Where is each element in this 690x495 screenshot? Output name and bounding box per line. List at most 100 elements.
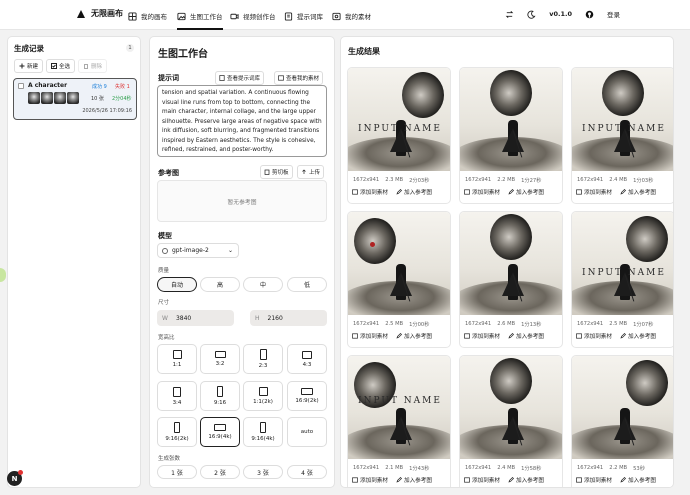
nav-my-canvas[interactable]: 我的画布 (128, 9, 167, 23)
add-to-assets-button[interactable]: 添加到素材 (576, 332, 612, 340)
quality-low[interactable]: 低 (287, 277, 327, 292)
result-meta-size: 2.3 MB (385, 177, 404, 183)
aspect-ratio-option[interactable]: 3:4 (157, 381, 197, 411)
nav-my-canvas-label: 我的画布 (141, 13, 167, 21)
record-checkbox[interactable] (18, 83, 24, 89)
delete-button[interactable]: 删除 (78, 59, 108, 73)
nav-image-workbench[interactable]: 生图工作台 (177, 9, 223, 30)
nav-prompt-library[interactable]: 提示词库 (284, 9, 323, 23)
select-all-button[interactable]: 全选 (46, 59, 76, 73)
add-to-reference-button[interactable]: 加入参考图 (396, 476, 432, 484)
pencil-icon (620, 333, 626, 339)
result-card[interactable]: 1672x941 2.6 MB 1分13秒 添加到素材 加入参考图 (459, 211, 563, 348)
view-prompt-library-button[interactable]: 查看提示词库 (215, 71, 265, 85)
aspect-ratio-option[interactable]: 16:9(2k) (287, 381, 327, 411)
add-to-reference-button[interactable]: 加入参考图 (620, 188, 656, 196)
clipboard-button[interactable]: 剪切板 (260, 165, 293, 179)
width-input[interactable]: W 3840 (157, 310, 234, 326)
result-image[interactable]: INPUT NAME (348, 68, 450, 171)
result-image[interactable] (572, 356, 673, 459)
add-to-assets-button[interactable]: 添加到素材 (464, 188, 500, 196)
image-icon (464, 189, 470, 195)
add-to-assets-button[interactable]: 添加到素材 (576, 188, 612, 196)
nav-video-workbench[interactable]: 视频创作台 (230, 9, 276, 23)
count-1[interactable]: 1 张 (157, 465, 197, 479)
aspect-ratio-option[interactable]: 1:1(2k) (243, 381, 283, 411)
aspect-ratio-option[interactable]: 9:16(2k) (157, 417, 197, 447)
side-handle[interactable] (0, 268, 6, 282)
add-to-assets-button[interactable]: 添加到素材 (464, 476, 500, 484)
result-image[interactable] (460, 68, 562, 171)
result-meta-res: 1672x941 (465, 177, 492, 183)
result-card[interactable]: 1672x941 2.2 MB 53秒 添加到素材 加入参考图 (571, 355, 673, 487)
result-image[interactable] (460, 212, 562, 315)
result-meta-res: 1672x941 (353, 321, 380, 327)
upload-button[interactable]: 上传 (297, 165, 325, 179)
count-4[interactable]: 4 张 (287, 465, 327, 479)
result-image[interactable]: INPUT NAME (348, 356, 450, 459)
brand[interactable]: 无限画布 (76, 8, 123, 19)
record-thumbnail (54, 92, 66, 104)
result-card[interactable]: INPUT NAME 1672x941 2.1 MB 1分43秒 添加到素材 加入参考图 (347, 355, 451, 487)
result-card[interactable]: INPUT NAME 1672x941 2.4 MB 1分03秒 添加到素材 加入参考图 (571, 67, 673, 204)
new-button[interactable]: 新建 (14, 59, 44, 73)
result-card[interactable]: 1672x941 2.2 MB 1分27秒 添加到素材 加入参考图 (459, 67, 563, 204)
portrait-shape (626, 216, 668, 262)
aspect-ratio-option[interactable]: 9:16 (200, 381, 240, 411)
history-record[interactable]: A character 成功 9 失败 1 10 张 2分04秒 2026/5/… (13, 78, 137, 120)
ratio-shape-icon (259, 349, 267, 360)
quality-auto[interactable]: 自动 (157, 277, 197, 292)
add-to-assets-button[interactable]: 添加到素材 (352, 476, 388, 484)
aspect-ratio-option[interactable]: 1:1 (157, 344, 197, 374)
view-my-assets-button[interactable]: 查看我的素材 (274, 71, 324, 85)
add-to-reference-button[interactable]: 加入参考图 (620, 332, 656, 340)
aspect-ratio-option[interactable]: 3:2 (200, 344, 240, 374)
prompt-textarea[interactable]: tension and spatial variation. A continu… (157, 85, 327, 157)
result-card[interactable]: INPUT NAME 1672x941 2.3 MB 2分03秒 添加到素材 加入参考图 (347, 67, 451, 204)
add-to-reference-button[interactable]: 加入参考图 (396, 188, 432, 196)
aspect-ratio-option[interactable]: 16:9(4k) (200, 417, 240, 447)
result-card[interactable]: 1672x941 2.5 MB 1分00秒 添加到素材 加入参考图 (347, 211, 451, 348)
result-image[interactable]: INPUT NAME (572, 68, 673, 171)
height-input[interactable]: H 2160 (250, 310, 327, 326)
swap-icon[interactable] (505, 10, 514, 19)
add-to-assets-button[interactable]: 添加到素材 (576, 476, 612, 484)
add-to-assets-button[interactable]: 添加到素材 (352, 332, 388, 340)
moon-icon[interactable] (527, 10, 536, 19)
aspect-ratio-option[interactable]: 2:3 (243, 344, 283, 374)
image-icon (576, 477, 582, 483)
aspect-ratio-option[interactable]: 9:16(4k) (243, 417, 283, 447)
add-to-reference-button[interactable]: 加入参考图 (508, 332, 544, 340)
nav-my-assets[interactable]: 我的素材 (332, 9, 371, 23)
github-icon[interactable] (585, 10, 594, 19)
add-to-reference-button[interactable]: 加入参考图 (508, 188, 544, 196)
aspect-ratio-option[interactable]: auto (287, 417, 327, 447)
nav-video-workbench-label: 视频创作台 (243, 13, 276, 21)
clipboard-icon (264, 169, 270, 175)
result-image[interactable] (348, 212, 450, 315)
result-card[interactable]: INPUT NAME 1672x941 2.5 MB 1分07秒 添加到素材 加入参考图 (571, 211, 673, 348)
count-2[interactable]: 2 张 (200, 465, 240, 479)
add-to-assets-label: 添加到素材 (584, 478, 612, 484)
aspect-ratio-option[interactable]: 4:3 (287, 344, 327, 374)
reference-dropzone[interactable]: 暂无参考图 (157, 180, 327, 222)
result-card[interactable]: 1672x941 2.4 MB 1分58秒 添加到素材 加入参考图 (459, 355, 563, 487)
add-to-assets-label: 添加到素材 (472, 478, 500, 484)
quality-high[interactable]: 高 (200, 277, 240, 292)
history-title: 生成记录 (14, 44, 44, 53)
add-to-assets-button[interactable]: 添加到素材 (464, 332, 500, 340)
aspect-ratio-label: 9:16(2k) (165, 436, 189, 442)
count-3[interactable]: 3 张 (243, 465, 283, 479)
login-link[interactable]: 登录 (607, 9, 620, 19)
result-image[interactable] (460, 356, 562, 459)
add-to-reference-button[interactable]: 加入参考图 (396, 332, 432, 340)
quality-medium[interactable]: 中 (243, 277, 283, 292)
add-to-reference-button[interactable]: 加入参考图 (620, 476, 656, 484)
result-image[interactable]: INPUT NAME (572, 212, 673, 315)
add-to-assets-label: 添加到素材 (360, 190, 388, 196)
add-to-assets-button[interactable]: 添加到素材 (352, 188, 388, 196)
add-to-reference-button[interactable]: 加入参考图 (508, 476, 544, 484)
view-prompt-library-label: 查看提示词库 (227, 76, 261, 82)
app-dock-button[interactable]: N (7, 470, 23, 486)
model-select[interactable]: gpt-image-2 ⌄ (157, 243, 239, 258)
